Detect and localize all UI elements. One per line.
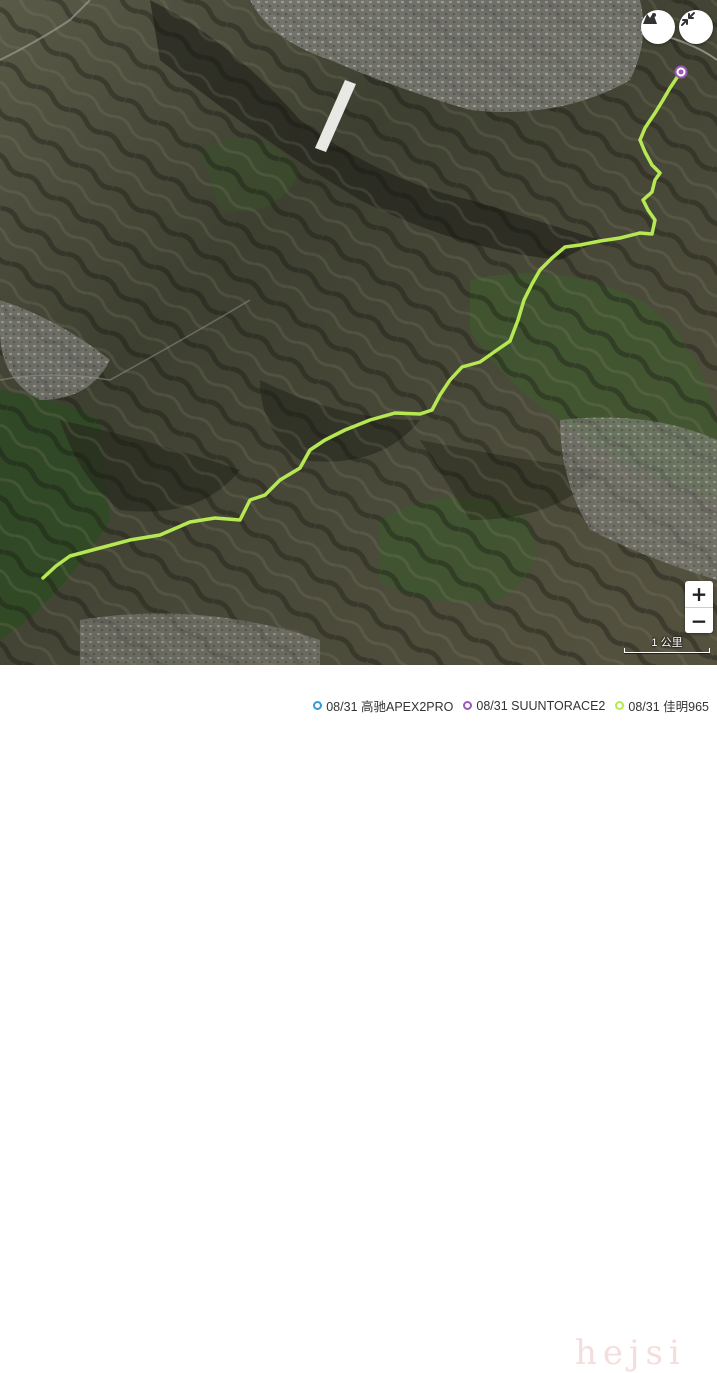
- legend-item-suuntorace2[interactable]: 08/31 SUUNTORACE2: [463, 696, 605, 715]
- start-marker-center: [678, 69, 684, 75]
- collapse-arrows-icon: [681, 12, 695, 26]
- legend-dot-icon: [313, 701, 323, 710]
- legend-bar: hejsi 08/31 高驰APEX2PRO 08/31 SUUNTORACE2…: [0, 665, 717, 1373]
- zoom-in-button[interactable]: +: [685, 581, 713, 607]
- zoom-control: + −: [685, 581, 713, 633]
- collapse-button[interactable]: [679, 10, 713, 44]
- zoom-out-button[interactable]: −: [685, 608, 713, 634]
- map-layers-button[interactable]: [641, 10, 675, 44]
- scale-line: [624, 648, 710, 653]
- legend-label: 08/31 佳明965: [628, 700, 709, 714]
- legend-list: 08/31 高驰APEX2PRO 08/31 SUUNTORACE2 08/31…: [313, 696, 709, 715]
- legend-dot-icon: [463, 701, 473, 710]
- legend-label: 08/31 高驰APEX2PRO: [326, 700, 454, 714]
- watermark: hejsi: [575, 1333, 686, 1373]
- map-layers-icon: [643, 13, 657, 24]
- map-canvas: [0, 0, 717, 665]
- legend-dot-icon: [615, 701, 625, 710]
- scale-bar: 1 公里: [624, 634, 710, 654]
- legend-label: 08/31 SUUNTORACE2: [476, 698, 606, 713]
- satellite-map[interactable]: + − 1 公里: [0, 0, 717, 665]
- legend-item-garmin965[interactable]: 08/31 佳明965: [615, 696, 709, 715]
- legend-item-apex2pro[interactable]: 08/31 高驰APEX2PRO: [313, 696, 453, 715]
